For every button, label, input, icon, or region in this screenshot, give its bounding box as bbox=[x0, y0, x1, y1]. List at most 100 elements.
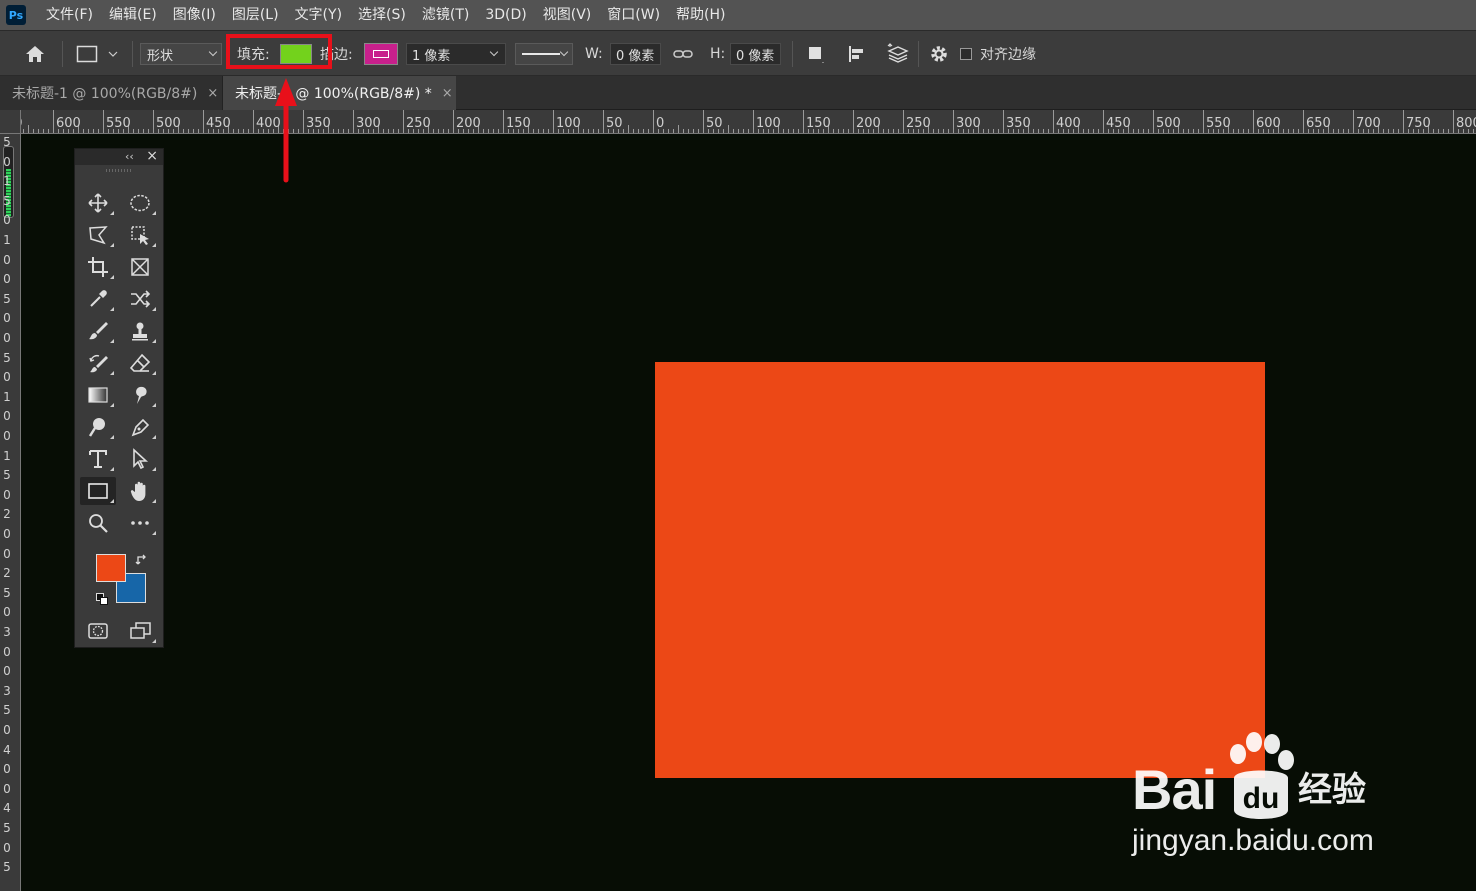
vertical-ruler[interactable]: 5 0 1 5 0 1 0 0 5 0 0 5 0 1 0 0 1 5 0 2 0 0 2 5 0 3 0 0 3 5 0 4 0 0 4 5 0 5 bbox=[0, 134, 21, 891]
crop-tool[interactable] bbox=[80, 253, 116, 281]
quick-mask-icon bbox=[88, 623, 108, 639]
ruler-minor-tick bbox=[1388, 129, 1389, 133]
path-alignment-button[interactable] bbox=[846, 31, 868, 77]
ruler-minor-tick bbox=[1438, 129, 1439, 133]
quick-mask-button[interactable] bbox=[80, 617, 116, 645]
brush-tool[interactable] bbox=[80, 317, 116, 345]
ruler-minor-tick bbox=[1143, 129, 1144, 133]
object-selection-tool[interactable] bbox=[122, 221, 158, 249]
stroke-width-field[interactable]: 1 像素 bbox=[406, 43, 506, 65]
ruler-minor-tick bbox=[993, 129, 994, 133]
menu-edit[interactable]: 编辑(E) bbox=[101, 0, 165, 30]
align-edges-checkbox[interactable]: 对齐边缘 bbox=[960, 31, 1036, 77]
menu-window[interactable]: 窗口(W) bbox=[599, 0, 668, 30]
edit-toolbar-button[interactable] bbox=[122, 509, 158, 537]
menu-filter[interactable]: 滤镜(T) bbox=[414, 0, 477, 30]
menu-layer[interactable]: 图层(L) bbox=[224, 0, 287, 30]
default-colors-icon[interactable] bbox=[96, 593, 108, 605]
ruler-minor-tick bbox=[1238, 129, 1239, 133]
link-icon bbox=[673, 50, 693, 58]
ruler-label: 200 bbox=[856, 116, 881, 131]
screen-mode-button[interactable] bbox=[122, 617, 158, 645]
ruler-minor-tick bbox=[533, 129, 534, 133]
ruler-tick bbox=[1003, 110, 1004, 133]
ruler-minor-tick bbox=[733, 129, 734, 133]
ruler-minor-tick bbox=[683, 129, 684, 133]
ruler-label: 1 bbox=[3, 233, 11, 247]
rectangle-tool[interactable] bbox=[80, 477, 116, 505]
polygonal-lasso-tool[interactable] bbox=[80, 221, 116, 249]
home-button[interactable] bbox=[22, 31, 48, 77]
ellipse-marquee-tool[interactable] bbox=[122, 189, 158, 217]
close-icon[interactable]: × bbox=[442, 86, 453, 101]
stroke-width-value: 1 像素 bbox=[412, 48, 451, 64]
eyedropper-tool[interactable] bbox=[80, 285, 116, 313]
settings-button[interactable] bbox=[928, 31, 950, 77]
stroke-type-dropdown[interactable] bbox=[515, 43, 573, 65]
ruler-minor-tick bbox=[438, 129, 439, 133]
menu-image[interactable]: 图像(I) bbox=[165, 0, 224, 30]
dodge-tool[interactable] bbox=[80, 413, 116, 441]
zoom-tool[interactable] bbox=[80, 509, 116, 537]
collapse-icon[interactable]: ‹‹ bbox=[125, 150, 134, 163]
rectangle-shape-layer[interactable] bbox=[655, 362, 1265, 778]
ruler-label: 0 bbox=[3, 527, 11, 541]
gradient-tool[interactable] bbox=[80, 381, 116, 409]
menu-select[interactable]: 选择(S) bbox=[350, 0, 414, 30]
width-field[interactable]: 0 像素 bbox=[610, 43, 661, 65]
content-aware-move-icon bbox=[131, 290, 151, 308]
ruler-minor-tick bbox=[248, 129, 249, 133]
menu-type[interactable]: 文字(Y) bbox=[287, 0, 350, 30]
menu-file[interactable]: 文件(F) bbox=[38, 0, 101, 30]
ruler-origin[interactable] bbox=[0, 110, 21, 134]
ruler-label: 0 bbox=[3, 429, 11, 443]
ruler-minor-tick bbox=[1088, 129, 1089, 133]
menu-help[interactable]: 帮助(H) bbox=[668, 0, 733, 30]
path-arrangement-button[interactable] bbox=[886, 31, 910, 77]
link-dimensions-button[interactable] bbox=[672, 31, 694, 77]
eraser-icon bbox=[129, 353, 151, 372]
ruler-label: 200 bbox=[456, 116, 481, 131]
pen-tool[interactable] bbox=[122, 413, 158, 441]
document-tab-2[interactable]: 未标题-2 @ 100%(RGB/8#) * × bbox=[223, 76, 456, 110]
tool-preset-picker[interactable] bbox=[76, 31, 120, 77]
ruler-minor-tick bbox=[983, 129, 984, 133]
photoshop-window: Ps 文件(F) 编辑(E) 图像(I) 图层(L) 文字(Y) 选择(S) 滤… bbox=[0, 0, 1476, 891]
foreground-color-swatch[interactable] bbox=[96, 554, 126, 582]
ruler-minor-tick bbox=[343, 129, 344, 133]
ruler-label: 350 bbox=[1006, 116, 1031, 131]
document-tab-bar: 未标题-1 @ 100%(RGB/8#) × 未标题-2 @ 100%(RGB/… bbox=[0, 76, 1476, 110]
frame-tool[interactable] bbox=[122, 253, 158, 281]
height-field[interactable]: 0 像素 bbox=[730, 43, 781, 65]
ruler-label: 600 bbox=[56, 116, 81, 131]
ruler-minor-tick bbox=[548, 129, 549, 133]
smudge-tool[interactable] bbox=[122, 381, 158, 409]
close-icon[interactable]: × bbox=[146, 148, 158, 164]
horizontal-ruler[interactable]: 5060055050045040035030025020015010050050… bbox=[21, 110, 1476, 134]
move-tool[interactable] bbox=[80, 189, 116, 217]
ruler-minor-tick bbox=[238, 129, 239, 133]
document-tab-1[interactable]: 未标题-1 @ 100%(RGB/8#) × bbox=[0, 76, 223, 110]
type-tool[interactable] bbox=[80, 445, 116, 473]
panel-grip[interactable] bbox=[75, 165, 163, 175]
ruler-tick bbox=[1303, 110, 1304, 133]
menu-view[interactable]: 视图(V) bbox=[535, 0, 600, 30]
eraser-tool[interactable] bbox=[122, 349, 158, 377]
close-icon[interactable]: × bbox=[207, 86, 218, 101]
ruler-minor-tick bbox=[28, 125, 29, 133]
shape-mode-dropdown[interactable]: 形状 bbox=[140, 43, 222, 65]
path-operations-button[interactable] bbox=[806, 31, 828, 77]
swap-colors-icon[interactable] bbox=[135, 553, 149, 567]
content-aware-move-tool[interactable] bbox=[122, 285, 158, 313]
menu-3d[interactable]: 3D(D) bbox=[477, 0, 534, 30]
chevron-down-icon bbox=[208, 47, 218, 57]
history-brush-tool[interactable] bbox=[80, 349, 116, 377]
ruler-label: 0 bbox=[3, 272, 11, 287]
tools-panel-header[interactable]: ‹‹ × bbox=[75, 148, 163, 165]
path-selection-tool[interactable] bbox=[122, 445, 158, 473]
hand-tool[interactable] bbox=[122, 477, 158, 505]
stroke-color-swatch[interactable] bbox=[364, 43, 398, 65]
checkbox-box[interactable] bbox=[960, 48, 972, 60]
clone-stamp-tool[interactable] bbox=[122, 317, 158, 345]
ruler-minor-tick bbox=[1183, 129, 1184, 133]
